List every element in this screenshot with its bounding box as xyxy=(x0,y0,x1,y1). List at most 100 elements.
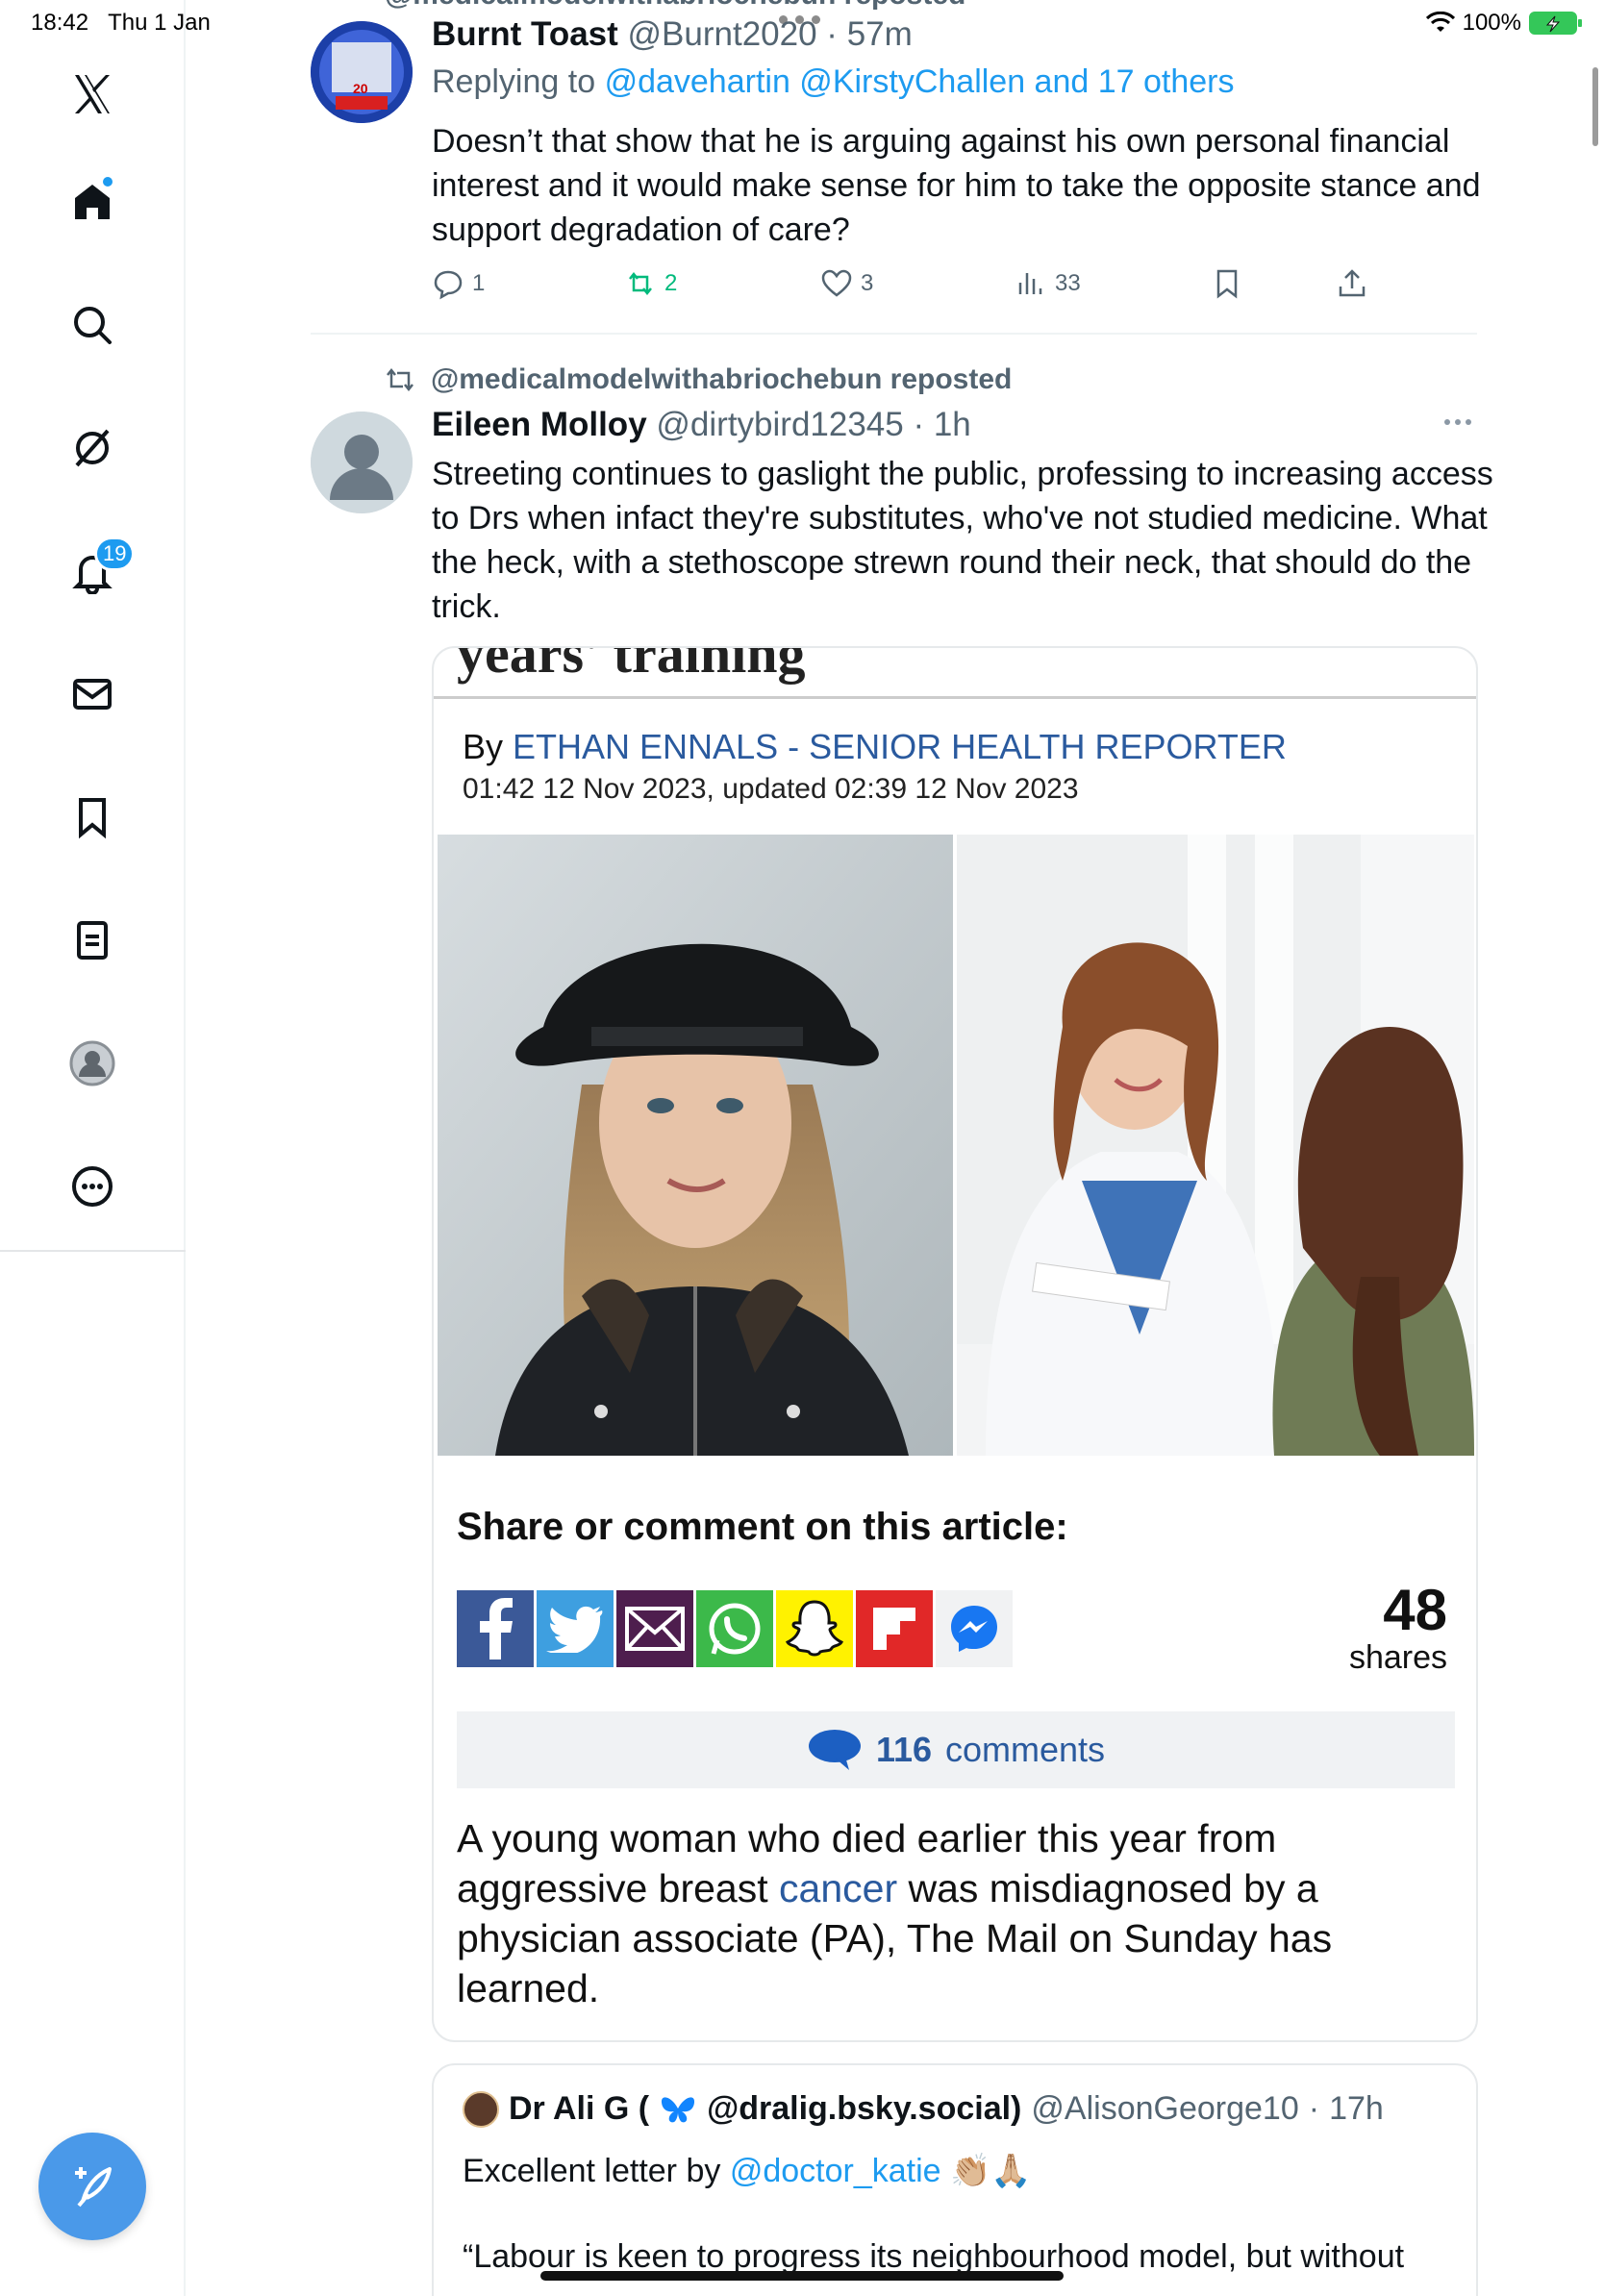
more-options-icon[interactable] xyxy=(1444,419,1471,425)
author-link[interactable]: ETHAN ENNALS - SENIOR HEALTH REPORTER xyxy=(513,727,1287,766)
display-name[interactable]: Eileen Molloy xyxy=(432,406,647,443)
sidebar-nav: 19 xyxy=(0,0,186,2296)
battery-icon xyxy=(1529,12,1582,35)
home-icon[interactable] xyxy=(58,167,127,237)
x-logo-icon[interactable] xyxy=(58,60,127,129)
notifications-badge: 19 xyxy=(94,537,136,571)
like-count: 3 xyxy=(861,270,874,296)
replying-to: Replying to @davehartin @KirstyChallen a… xyxy=(432,63,1235,101)
photo-doctor-consultation xyxy=(957,835,1474,1456)
by-prefix: By xyxy=(463,727,504,766)
messages-envelope-icon[interactable] xyxy=(58,660,127,729)
compose-feather-icon xyxy=(75,2167,112,2208)
avatar-badge-text: 20 xyxy=(353,81,368,96)
shares-number: 48 xyxy=(1383,1578,1447,1642)
display-name[interactable]: Burnt Toast xyxy=(432,15,618,53)
bookmarks-icon[interactable] xyxy=(58,783,127,852)
share-title: Share or comment on this article: xyxy=(457,1506,1068,1548)
lists-icon[interactable] xyxy=(58,906,127,975)
bookmark-button[interactable] xyxy=(1211,267,1243,300)
handle[interactable]: @dirtybird12345 xyxy=(656,406,903,443)
tweet-divider xyxy=(311,333,1477,335)
battery-percent: 100% xyxy=(1462,10,1521,36)
views-chart-icon xyxy=(1018,273,1042,294)
nav-divider xyxy=(0,1250,186,1252)
repost-button[interactable]: 2 xyxy=(624,267,677,300)
repost-label[interactable]: @medicalmodelwithabriochebun reposted xyxy=(431,363,1012,396)
cancer-link[interactable]: cancer xyxy=(779,1866,897,1910)
quoted-handle[interactable]: @AlisonGeorge10 xyxy=(1031,2090,1298,2128)
article-image-card[interactable]: years' training By ETHAN ENNALS - SENIOR… xyxy=(432,646,1478,2042)
handle[interactable]: @Burnt2020 xyxy=(628,15,817,53)
article-cut-headline: years' training xyxy=(457,646,806,685)
quoted-tweet-header: Dr Ali G ( @dralig.bsky.social) @AlisonG… xyxy=(463,2090,1384,2128)
speech-bubble-icon xyxy=(808,1730,861,1770)
comments-bar[interactable]: 116 comments xyxy=(457,1711,1455,1788)
reply-icon xyxy=(434,270,463,300)
share-icon xyxy=(1339,269,1366,297)
tweet2-text: Streeting continues to gaslight the publ… xyxy=(432,456,1493,625)
twitter-icon[interactable] xyxy=(537,1590,614,1667)
bookmark-icon xyxy=(1216,269,1238,299)
quoted-avatar[interactable] xyxy=(463,2090,499,2128)
view-count: 33 xyxy=(1055,270,1081,296)
heart-icon xyxy=(821,269,852,297)
quoted-text-prefix: Excellent letter by xyxy=(463,2153,721,2189)
quoted-tweet[interactable]: Dr Ali G ( @dralig.bsky.social) @AlisonG… xyxy=(432,2063,1478,2296)
clap-pray-emoji: 👏🏼🙏🏼 xyxy=(950,2153,1032,2189)
card-rule xyxy=(434,696,1476,699)
share-button[interactable] xyxy=(1336,267,1368,300)
notifications-bell-icon[interactable]: 19 xyxy=(58,537,136,606)
article-dateline: 01:42 12 Nov 2023, updated 02:39 12 Nov … xyxy=(463,773,1079,805)
shares-label: shares xyxy=(1348,1639,1447,1676)
home-unread-dot xyxy=(101,175,114,188)
article-byline: By ETHAN ENNALS - SENIOR HEALTH REPORTER xyxy=(463,727,1287,767)
repost-small-icon xyxy=(387,367,414,392)
tweet-text: Doesn’t that show that he is arguing aga… xyxy=(432,123,1481,248)
doctor-katie-mention[interactable]: @doctor_katie xyxy=(730,2153,941,2189)
article-excerpt: A young woman who died earlier this year… xyxy=(457,1813,1438,2013)
search-icon[interactable] xyxy=(58,290,127,360)
avatar-eileen-molloy[interactable] xyxy=(311,412,413,513)
reply-button[interactable]: 1 xyxy=(432,267,485,300)
status-indicators: 100% xyxy=(1425,10,1582,37)
quoted-bsky-handle: @dralig.bsky.social) xyxy=(707,2090,1022,2127)
wifi-icon xyxy=(1425,12,1455,32)
more-options-icon[interactable] xyxy=(58,1152,127,1221)
comments-label: comments xyxy=(945,1730,1106,1769)
compose-post-button[interactable] xyxy=(38,2133,146,2240)
views-button[interactable]: 33 xyxy=(1015,267,1081,300)
snapchat-icon[interactable] xyxy=(776,1590,853,1667)
cut-repost-line: @medicalmodelwithabriochebun reposted xyxy=(385,0,965,12)
quoted-text-line1: Excellent letter by @doctor_katie 👏🏼🙏🏼 xyxy=(463,2152,1032,2190)
avatar-burnt-toast[interactable]: 20 xyxy=(311,21,413,123)
quoted-display-name[interactable]: Dr Ali G ( xyxy=(509,2090,649,2127)
repost-count: 2 xyxy=(664,270,678,296)
photo-woman-in-hat xyxy=(438,835,953,1456)
messenger-icon[interactable] xyxy=(936,1590,1013,1667)
home-indicator[interactable] xyxy=(540,2271,1064,2281)
share-icons-row xyxy=(457,1590,1013,1667)
like-button[interactable]: 3 xyxy=(820,267,873,300)
tweet-header: Burnt Toast @Burnt2020 · 57m xyxy=(432,15,913,53)
timestamp[interactable]: 57m xyxy=(847,15,913,53)
grok-icon[interactable] xyxy=(58,413,127,483)
shares-count: 48 shares xyxy=(1348,1578,1447,1676)
timestamp[interactable]: 1h xyxy=(934,406,971,443)
replying-prefix: Replying to xyxy=(432,63,596,100)
butterfly-icon xyxy=(662,2096,695,2122)
tweet2-header: Eileen Molloy @dirtybird12345 · 1h xyxy=(432,406,971,443)
email-share-icon[interactable] xyxy=(616,1590,693,1667)
whatsapp-icon[interactable] xyxy=(696,1590,773,1667)
repost-icon xyxy=(629,271,652,296)
repost-indicator: @medicalmodelwithabriochebun reposted xyxy=(383,363,1012,396)
tweet-actions: 1 2 3 33 xyxy=(432,267,1374,306)
quoted-timestamp[interactable]: 17h xyxy=(1329,2090,1384,2128)
scrollbar[interactable] xyxy=(1592,67,1598,146)
facebook-icon[interactable] xyxy=(457,1590,534,1667)
replying-to-mentions[interactable]: @davehartin @KirstyChallen and 17 others xyxy=(605,63,1235,100)
reply-count: 1 xyxy=(472,270,486,296)
comments-count: 116 xyxy=(875,1730,933,1769)
profile-avatar-icon[interactable] xyxy=(58,1029,127,1098)
flipboard-icon[interactable] xyxy=(856,1590,933,1667)
